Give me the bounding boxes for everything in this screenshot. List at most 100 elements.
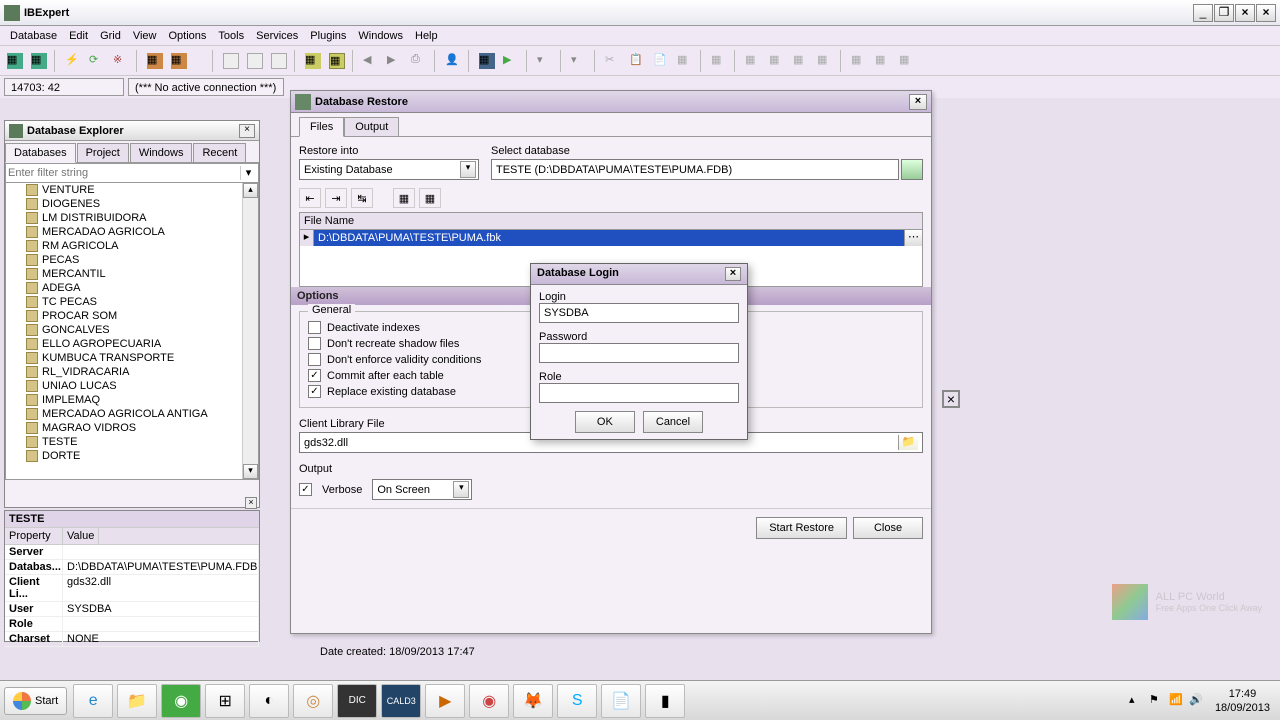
login-close-button[interactable]: × bbox=[725, 267, 741, 281]
restore-close-btn[interactable]: Close bbox=[853, 517, 923, 539]
tree-item[interactable]: IMPLEMAQ bbox=[6, 393, 258, 407]
task-explorer[interactable]: 📁 bbox=[117, 684, 157, 718]
start-restore-button[interactable]: Start Restore bbox=[756, 517, 847, 539]
tree-item[interactable]: MAGRAO VIDROS bbox=[6, 421, 258, 435]
menu-services[interactable]: Services bbox=[250, 28, 304, 44]
file-btn4[interactable]: ▦ bbox=[393, 188, 415, 208]
tree-item[interactable]: ADEGA bbox=[6, 281, 258, 295]
menu-plugins[interactable]: Plugins bbox=[304, 28, 352, 44]
login-cancel-button[interactable]: Cancel bbox=[643, 411, 703, 433]
close-button[interactable]: × bbox=[1235, 4, 1255, 22]
login-ok-button[interactable]: OK bbox=[575, 411, 635, 433]
outer-close-button[interactable]: × bbox=[1256, 4, 1276, 22]
task-dic[interactable]: DIC bbox=[337, 684, 377, 718]
tb-sql[interactable]: ▦ bbox=[168, 50, 190, 72]
explorer-filter-input[interactable] bbox=[8, 166, 240, 180]
task-app4[interactable]: ▮ bbox=[645, 684, 685, 718]
explorer-tab-windows[interactable]: Windows bbox=[130, 143, 193, 162]
task-app1[interactable]: ⊞ bbox=[205, 684, 245, 718]
dropdown-icon[interactable]: ▾ bbox=[453, 481, 469, 498]
tb-gr4[interactable]: ▦ bbox=[814, 50, 836, 72]
password-input[interactable] bbox=[539, 343, 739, 363]
tb-dd2[interactable]: ▾ bbox=[568, 50, 590, 72]
tree-item[interactable]: MERCANTIL bbox=[6, 267, 258, 281]
role-input[interactable] bbox=[539, 383, 739, 403]
explorer-tab-recent[interactable]: Recent bbox=[193, 143, 246, 162]
tb-import[interactable]: ▦ bbox=[326, 50, 348, 72]
tb-doc3[interactable] bbox=[268, 50, 290, 72]
tree-item[interactable]: GONCALVES bbox=[6, 323, 258, 337]
tree-item[interactable]: TESTE bbox=[6, 435, 258, 449]
tb-gr5[interactable]: ▦ bbox=[848, 50, 870, 72]
tb-monitor[interactable]: ▦ bbox=[476, 50, 498, 72]
tb-export[interactable]: ▦ bbox=[302, 50, 324, 72]
tb-gr6[interactable]: ▦ bbox=[872, 50, 894, 72]
tb-nav1[interactable]: ◀ bbox=[360, 50, 382, 72]
propgrid-close-button[interactable]: × bbox=[245, 497, 257, 509]
file-add-button[interactable]: ⇤ bbox=[299, 188, 321, 208]
filter-dropdown-icon[interactable]: ▾ bbox=[240, 166, 256, 180]
file-up-button[interactable]: ↹ bbox=[351, 188, 373, 208]
tb-dd1[interactable]: ▾ bbox=[534, 50, 556, 72]
tb-misc3[interactable]: 📄 bbox=[650, 50, 672, 72]
tb-misc2[interactable]: 📋 bbox=[626, 50, 648, 72]
client-lib-browse-button[interactable]: 📁 bbox=[898, 435, 918, 450]
restore-button[interactable]: ❐ bbox=[1214, 4, 1234, 22]
task-ibexpert[interactable]: ◉ bbox=[161, 684, 201, 718]
task-cald[interactable]: CALD3 bbox=[381, 684, 421, 718]
task-app2[interactable]: ◎ bbox=[293, 684, 333, 718]
tree-item[interactable]: TC PECAS bbox=[6, 295, 258, 309]
option-checkbox[interactable] bbox=[308, 353, 321, 366]
explorer-tab-project[interactable]: Project bbox=[77, 143, 129, 162]
file-remove-button[interactable]: ⇥ bbox=[325, 188, 347, 208]
tb-misc1[interactable]: ✂ bbox=[602, 50, 624, 72]
tray-flag-icon[interactable]: ⚑ bbox=[1149, 693, 1165, 709]
menu-database[interactable]: Database bbox=[4, 28, 63, 44]
select-db-combo[interactable]: TESTE (D:\DBDATA\PUMA\TESTE\PUMA.FDB) bbox=[491, 159, 899, 180]
verbose-checkbox[interactable] bbox=[299, 483, 312, 496]
task-app3[interactable]: ◉ bbox=[469, 684, 509, 718]
tb-doc1[interactable] bbox=[220, 50, 242, 72]
minimize-button[interactable]: _ bbox=[1193, 4, 1213, 22]
restore-tab-files[interactable]: Files bbox=[299, 117, 344, 137]
explorer-close-button[interactable]: × bbox=[239, 124, 255, 138]
option-checkbox[interactable] bbox=[308, 385, 321, 398]
tb-misc5[interactable]: ▦ bbox=[708, 50, 730, 72]
tree-item[interactable]: ELLO AGROPECUARIA bbox=[6, 337, 258, 351]
menu-help[interactable]: Help bbox=[409, 28, 444, 44]
option-checkbox[interactable] bbox=[308, 337, 321, 350]
file-btn5[interactable]: ▦ bbox=[419, 188, 441, 208]
tb-gr1[interactable]: ▦ bbox=[742, 50, 764, 72]
file-browse-button[interactable]: ⋯ bbox=[904, 230, 922, 246]
tb-register-db[interactable]: ▦ bbox=[28, 50, 50, 72]
login-input[interactable] bbox=[539, 303, 739, 323]
tb-refresh[interactable]: ⟳ bbox=[86, 50, 108, 72]
menu-edit[interactable]: Edit bbox=[63, 28, 94, 44]
menu-view[interactable]: View bbox=[127, 28, 163, 44]
tree-item[interactable]: RM AGRICOLA bbox=[6, 239, 258, 253]
explorer-tab-databases[interactable]: Databases bbox=[5, 143, 76, 163]
tb-commit[interactable]: ※ bbox=[110, 50, 132, 72]
tb-gr7[interactable]: ▦ bbox=[896, 50, 918, 72]
system-clock[interactable]: 17:49 18/09/2013 bbox=[1215, 687, 1270, 715]
database-tree[interactable]: VENTUREDIOGENESLM DISTRIBUIDORAMERCADAO … bbox=[5, 182, 259, 480]
tree-item[interactable]: UNIAO LUCAS bbox=[6, 379, 258, 393]
task-firefox[interactable]: 🦊 bbox=[513, 684, 553, 718]
menu-grid[interactable]: Grid bbox=[94, 28, 127, 44]
task-skype[interactable]: S bbox=[557, 684, 597, 718]
tb-connect[interactable]: ⚡ bbox=[62, 50, 84, 72]
tb-gr3[interactable]: ▦ bbox=[790, 50, 812, 72]
tray-network-icon[interactable]: 📶 bbox=[1169, 693, 1185, 709]
tray-arrow-icon[interactable]: ▴ bbox=[1129, 693, 1145, 709]
task-notes[interactable]: 📄 bbox=[601, 684, 641, 718]
restore-into-combo[interactable]: Existing Database ▾ bbox=[299, 159, 479, 180]
menu-options[interactable]: Options bbox=[163, 28, 213, 44]
option-checkbox[interactable] bbox=[308, 369, 321, 382]
start-button[interactable]: Start bbox=[4, 687, 67, 715]
output-mode-combo[interactable]: On Screen ▾ bbox=[372, 479, 472, 500]
tree-item[interactable]: VENTURE bbox=[6, 183, 258, 197]
tree-item[interactable]: MERCADAO AGRICOLA bbox=[6, 225, 258, 239]
task-chrome[interactable]: ◐ bbox=[249, 684, 289, 718]
tb-print[interactable]: ⎙ bbox=[408, 50, 430, 72]
tb-user[interactable]: 👤 bbox=[442, 50, 464, 72]
